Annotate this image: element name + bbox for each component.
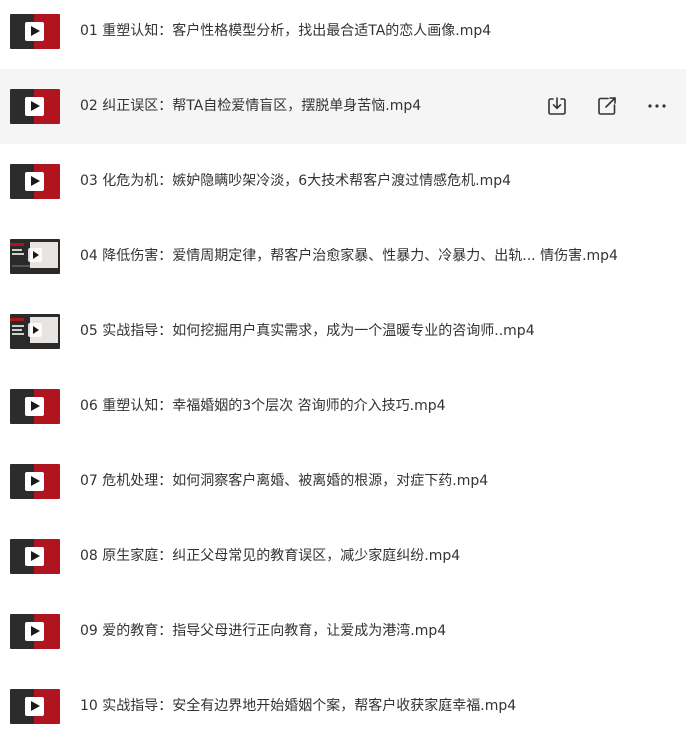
play-icon <box>25 22 44 41</box>
file-name[interactable]: 03 化危为机：嫉妒隐瞒吵架冷淡，6大技术帮客户渡过情感危机.mp4 <box>80 172 511 191</box>
play-icon <box>25 97 44 116</box>
more-icon[interactable] <box>646 95 668 117</box>
play-icon <box>28 248 42 262</box>
row-actions <box>518 95 668 117</box>
file-row[interactable]: 10 实战指导：安全有边界地开始婚姻个案，帮客户收获家庭幸福.mp4 <box>0 669 686 744</box>
file-name[interactable]: 02 纠正误区：帮TA自检爱情盲区，摆脱单身苦恼.mp4 <box>80 97 421 116</box>
video-thumbnail <box>10 14 60 49</box>
file-row[interactable]: 04 降低伤害：爱情周期定律，帮客户治愈家暴、性暴力、冷暴力、出轨... 情伤害… <box>0 219 686 294</box>
file-row[interactable]: 02 纠正误区：帮TA自检爱情盲区，摆脱单身苦恼.mp4 <box>0 69 686 144</box>
file-name[interactable]: 04 降低伤害：爱情周期定律，帮客户治愈家暴、性暴力、冷暴力、出轨... 情伤害… <box>80 247 618 266</box>
video-thumbnail <box>10 389 60 424</box>
share-icon[interactable] <box>596 95 618 117</box>
file-name[interactable]: 07 危机处理：如何洞察客户离婚、被离婚的根源，对症下药.mp4 <box>80 472 488 491</box>
play-icon <box>25 472 44 491</box>
file-name[interactable]: 08 原生家庭：纠正父母常见的教育误区，减少家庭纠纷.mp4 <box>80 547 460 566</box>
video-thumbnail <box>10 539 60 574</box>
video-thumbnail <box>10 164 60 199</box>
file-name[interactable]: 05 实战指导：如何挖掘用户真实需求，成为一个温暖专业的咨询师..mp4 <box>80 322 535 341</box>
file-row[interactable]: 03 化危为机：嫉妒隐瞒吵架冷淡，6大技术帮客户渡过情感危机.mp4 <box>0 144 686 219</box>
file-name[interactable]: 06 重塑认知：幸福婚姻的3个层次 咨询师的介入技巧.mp4 <box>80 397 446 416</box>
file-row[interactable]: 06 重塑认知：幸福婚姻的3个层次 咨询师的介入技巧.mp4 <box>0 369 686 444</box>
file-row[interactable]: 07 危机处理：如何洞察客户离婚、被离婚的根源，对症下药.mp4 <box>0 444 686 519</box>
play-icon <box>25 172 44 191</box>
play-icon <box>25 622 44 641</box>
file-row[interactable]: 08 原生家庭：纠正父母常见的教育误区，减少家庭纠纷.mp4 <box>0 519 686 594</box>
file-name[interactable]: 10 实战指导：安全有边界地开始婚姻个案，帮客户收获家庭幸福.mp4 <box>80 697 516 716</box>
file-row[interactable]: 09 爱的教育：指导父母进行正向教育，让爱成为港湾.mp4 <box>0 594 686 669</box>
play-icon <box>25 397 44 416</box>
video-thumbnail <box>10 689 60 724</box>
video-thumbnail <box>10 464 60 499</box>
file-list: 01 重塑认知：客户性格模型分析，找出最合适TA的恋人画像.mp4 02 纠正误… <box>0 0 686 754</box>
file-name[interactable]: 01 重塑认知：客户性格模型分析，找出最合适TA的恋人画像.mp4 <box>80 22 491 41</box>
video-thumbnail <box>10 314 60 349</box>
play-icon <box>25 697 44 716</box>
file-name[interactable]: 09 爱的教育：指导父母进行正向教育，让爱成为港湾.mp4 <box>80 622 446 641</box>
play-icon <box>28 323 42 337</box>
file-row[interactable]: 05 实战指导：如何挖掘用户真实需求，成为一个温暖专业的咨询师..mp4 <box>0 294 686 369</box>
play-icon <box>25 547 44 566</box>
video-thumbnail <box>10 239 60 274</box>
download-icon[interactable] <box>546 95 568 117</box>
file-row[interactable]: 01 重塑认知：客户性格模型分析，找出最合适TA的恋人画像.mp4 <box>0 0 686 69</box>
video-thumbnail <box>10 89 60 124</box>
video-thumbnail <box>10 614 60 649</box>
